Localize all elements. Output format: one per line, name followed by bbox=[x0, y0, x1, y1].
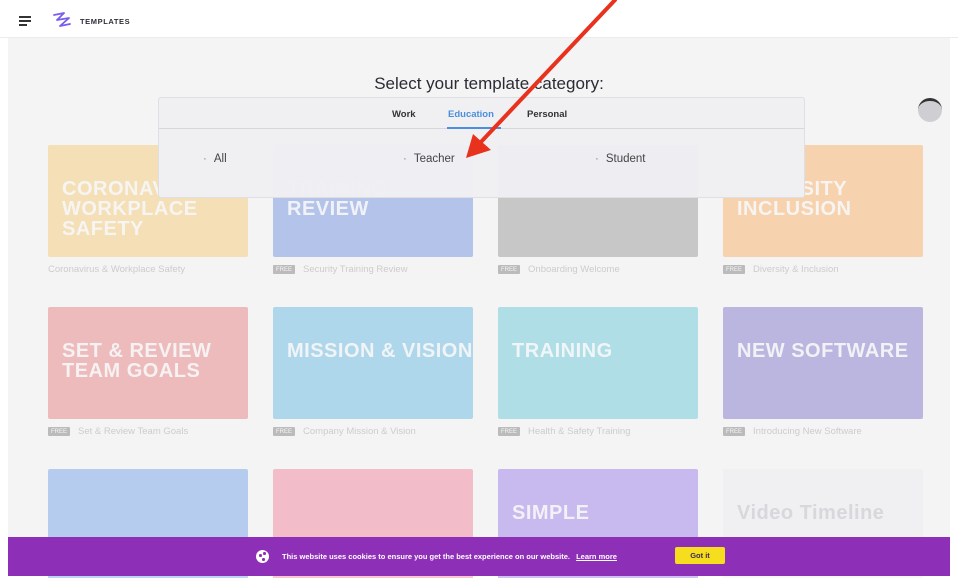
option-teacher-label: Teacher bbox=[413, 153, 455, 165]
template-card[interactable]: TRAINING FREE Health & Safety Training bbox=[498, 307, 698, 437]
option-teacher[interactable]: · Teacher bbox=[403, 153, 455, 165]
template-thumbnail: SET & REVIEW TEAM GOALS bbox=[48, 307, 248, 419]
free-badge: FREE bbox=[723, 265, 746, 274]
free-badge: FREE bbox=[498, 265, 521, 274]
template-title: Health & Safety Training bbox=[528, 426, 631, 437]
tab-personal[interactable]: Personal bbox=[527, 109, 567, 120]
template-title: Security Training Review bbox=[303, 264, 408, 275]
thumbnail-text: Video Timeline bbox=[737, 502, 885, 524]
template-title: Onboarding Welcome bbox=[528, 264, 620, 275]
cookie-banner: This website uses cookies to ensure you … bbox=[8, 537, 950, 576]
option-student-label: Student bbox=[605, 153, 646, 165]
option-all-label: All bbox=[213, 153, 227, 165]
template-caption: FREE Health & Safety Training bbox=[498, 426, 698, 437]
template-thumbnail: MISSION & VISION bbox=[273, 307, 473, 419]
template-title: Introducing New Software bbox=[753, 426, 862, 437]
thumbnail-text: NEW SOFTWARE bbox=[737, 340, 909, 362]
templates-logo-icon bbox=[53, 12, 71, 27]
brand-title: TEMPLATES bbox=[80, 17, 131, 26]
cookie-message-text: This website uses cookies to ensure you … bbox=[282, 552, 570, 561]
template-caption: FREE Diversity & Inclusion bbox=[723, 264, 923, 275]
thumbnail-text: SIMPLE bbox=[512, 502, 590, 524]
active-tab-indicator bbox=[447, 127, 501, 129]
page: TEMPLATES Select your template category:… bbox=[0, 0, 958, 578]
free-badge: FREE bbox=[723, 427, 746, 436]
template-card[interactable]: MISSION & VISION FREE Company Mission & Vi… bbox=[273, 307, 473, 437]
tab-education[interactable]: Education bbox=[448, 109, 494, 120]
free-badge: FREE bbox=[273, 427, 296, 436]
cookie-message: This website uses cookies to ensure you … bbox=[282, 552, 617, 561]
thumbnail-text: SET & REVIEW TEAM GOALS bbox=[62, 340, 212, 382]
template-caption: FREE Security Training Review bbox=[273, 264, 473, 275]
template-caption: FREE Set & Review Team Goals bbox=[48, 426, 248, 437]
scroll-top-button[interactable] bbox=[918, 98, 942, 122]
free-badge: FREE bbox=[273, 265, 296, 274]
template-caption: FREE Company Mission & Vision bbox=[273, 426, 473, 437]
option-all[interactable]: · All bbox=[203, 153, 227, 165]
cookie-icon bbox=[256, 550, 269, 563]
template-caption: FREE Onboarding Welcome bbox=[498, 264, 698, 275]
template-thumbnail: TRAINING bbox=[498, 307, 698, 419]
thumbnail-text: TRAINING bbox=[512, 340, 613, 362]
top-bar: TEMPLATES bbox=[0, 0, 958, 38]
free-badge: FREE bbox=[498, 427, 521, 436]
template-title: Set & Review Team Goals bbox=[78, 426, 189, 437]
learn-more-link[interactable]: Learn more bbox=[576, 552, 617, 561]
template-title: Diversity & Inclusion bbox=[753, 264, 839, 275]
category-dropdown: Work Education Personal · All · Teacher · S… bbox=[158, 97, 805, 198]
option-student[interactable]: · Student bbox=[595, 153, 646, 165]
category-tabs: Work Education Personal bbox=[159, 98, 804, 129]
template-caption: Coronavirus & Workplace Safety bbox=[48, 264, 248, 275]
template-title: Coronavirus & Workplace Safety bbox=[48, 264, 186, 275]
template-card[interactable]: NEW SOFTWARE FREE Introducing New Software bbox=[723, 307, 923, 437]
thumbnail-text: MISSION & VISION bbox=[287, 340, 473, 362]
hamburger-menu-icon[interactable] bbox=[19, 16, 31, 26]
template-thumbnail: NEW SOFTWARE bbox=[723, 307, 923, 419]
page-title: Select your template category: bbox=[374, 74, 604, 93]
template-caption: FREE Introducing New Software bbox=[723, 426, 923, 437]
template-title: Company Mission & Vision bbox=[303, 426, 416, 437]
free-badge: FREE bbox=[48, 427, 71, 436]
template-card[interactable]: SET & REVIEW TEAM GOALS FREE Set & Review … bbox=[48, 307, 248, 437]
got-it-button[interactable]: Got it bbox=[675, 547, 725, 564]
tab-work[interactable]: Work bbox=[392, 109, 416, 120]
